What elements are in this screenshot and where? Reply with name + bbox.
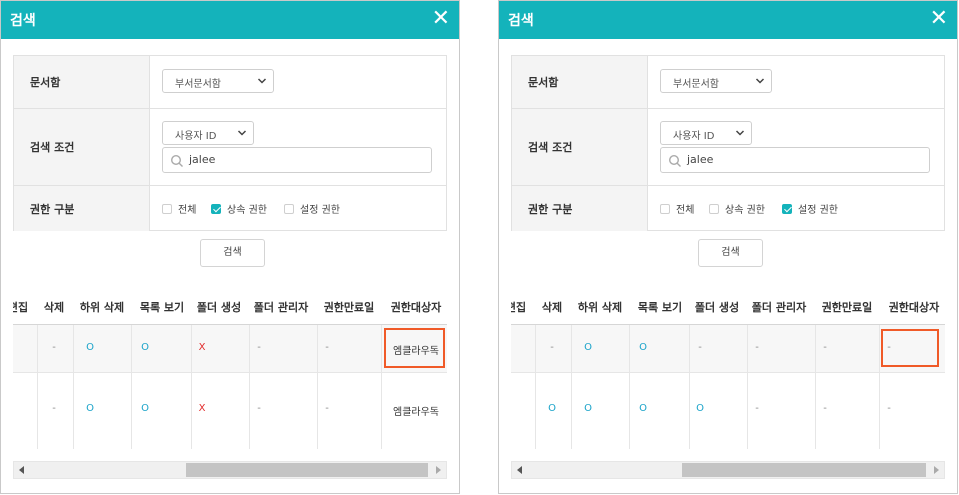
search-input[interactable]: jalee [162,147,432,173]
col-expire-date: 권한만료일 [821,301,873,314]
col-list-view: 목록 보기 [637,301,683,314]
col-target: 권한대상자 [888,301,940,314]
search-icon [170,154,183,167]
dialog-header: 검색 ✕ [499,1,957,39]
condition-label: 검색 조건 [528,141,573,154]
checkbox-checked[interactable] [782,203,792,214]
col-target: 권한대상자 [390,301,442,314]
dialog-title: 검색 [508,13,534,29]
docbox-label: 문서함 [30,76,61,89]
col-list-view: 목록 보기 [139,301,185,314]
col-expire-date: 권한만료일 [323,301,375,314]
col-sub-delete: 하위 삭제 [577,301,623,314]
search-form: 문서함 부서문서함 검색 조건 사용자 ID jalee 권한 구분 전체 상속… [511,55,945,231]
search-dialog-left: 검색 ✕ 문서함 부서문서함 검색 조건 사용자 ID jalee 권한 구분 … [0,0,460,494]
close-icon[interactable]: ✕ [930,5,948,33]
perm-type-label: 권한 구분 [30,202,75,216]
highlight-box [881,329,939,367]
col-delete: 삭제 [43,301,65,314]
docbox-select[interactable]: 부서문서함 [162,69,274,93]
checkbox-checked[interactable] [211,203,221,214]
col-folder-create: 폴더 생성 [196,301,242,314]
dialog-header: 검색 ✕ [1,1,459,39]
chevron-down-icon [257,78,267,84]
search-input[interactable]: jalee [660,147,930,173]
highlight-box [384,328,445,368]
arrow-left-icon[interactable] [19,466,24,474]
search-button[interactable]: 검색 [200,239,265,267]
checkbox[interactable] [162,203,172,214]
checkbox-all[interactable]: 전체 [660,201,694,216]
perm-type-label: 권한 구분 [528,202,573,216]
search-icon [668,154,681,167]
arrow-right-icon[interactable] [436,466,441,474]
condition-select[interactable]: 사용자 ID [660,121,752,145]
col-folder-create: 폴더 생성 [694,301,740,314]
checkbox-set[interactable]: 설정 권한 [284,201,340,216]
checkbox[interactable] [660,203,670,214]
result-table: 편집 삭제 하위 삭제 목록 보기 폴더 생성 폴더 관리자 권한만료일 권한대… [511,288,945,449]
scrollbar-thumb[interactable] [186,463,428,477]
search-form: 문서함 부서문서함 검색 조건 사용자 ID jalee 권한 구분 전체 상속… [13,55,447,231]
arrow-left-icon[interactable] [517,466,522,474]
checkbox[interactable] [284,203,294,214]
condition-select[interactable]: 사용자 ID [162,121,254,145]
col-delete: 삭제 [541,301,563,314]
horizontal-scrollbar[interactable] [13,461,447,479]
search-dialog-right: 검색 ✕ 문서함 부서문서함 검색 조건 사용자 ID jalee 권한 구분 … [498,0,958,494]
close-icon[interactable]: ✕ [432,5,450,33]
checkbox-inherited[interactable]: 상속 권한 [709,201,765,216]
chevron-down-icon [755,78,765,84]
checkbox-all[interactable]: 전체 [162,201,196,216]
search-button[interactable]: 검색 [698,239,763,267]
col-edit: 편집 [13,301,29,314]
col-sub-delete: 하위 삭제 [79,301,125,314]
table-header: 편집 삭제 하위 삭제 목록 보기 폴더 생성 폴더 관리자 권한만료일 권한대… [13,288,447,325]
horizontal-scrollbar[interactable] [511,461,945,479]
table-header: 편집 삭제 하위 삭제 목록 보기 폴더 생성 폴더 관리자 권한만료일 권한대… [511,288,945,325]
docbox-label: 문서함 [528,76,559,89]
checkbox[interactable] [709,203,719,214]
col-edit: 편집 [511,301,527,314]
checkbox-inherited[interactable]: 상속 권한 [211,201,267,216]
scrollbar-thumb[interactable] [682,463,926,477]
col-folder-admin: 폴더 관리자 [751,301,807,314]
checkbox-set[interactable]: 설정 권한 [782,201,838,216]
result-table: 편집 삭제 하위 삭제 목록 보기 폴더 생성 폴더 관리자 권한만료일 권한대… [13,288,447,449]
dialog-title: 검색 [10,13,36,29]
condition-label: 검색 조건 [30,141,75,154]
docbox-select[interactable]: 부서문서함 [660,69,772,93]
col-folder-admin: 폴더 관리자 [253,301,309,314]
chevron-down-icon [237,130,247,136]
chevron-down-icon [735,130,745,136]
arrow-right-icon[interactable] [934,466,939,474]
